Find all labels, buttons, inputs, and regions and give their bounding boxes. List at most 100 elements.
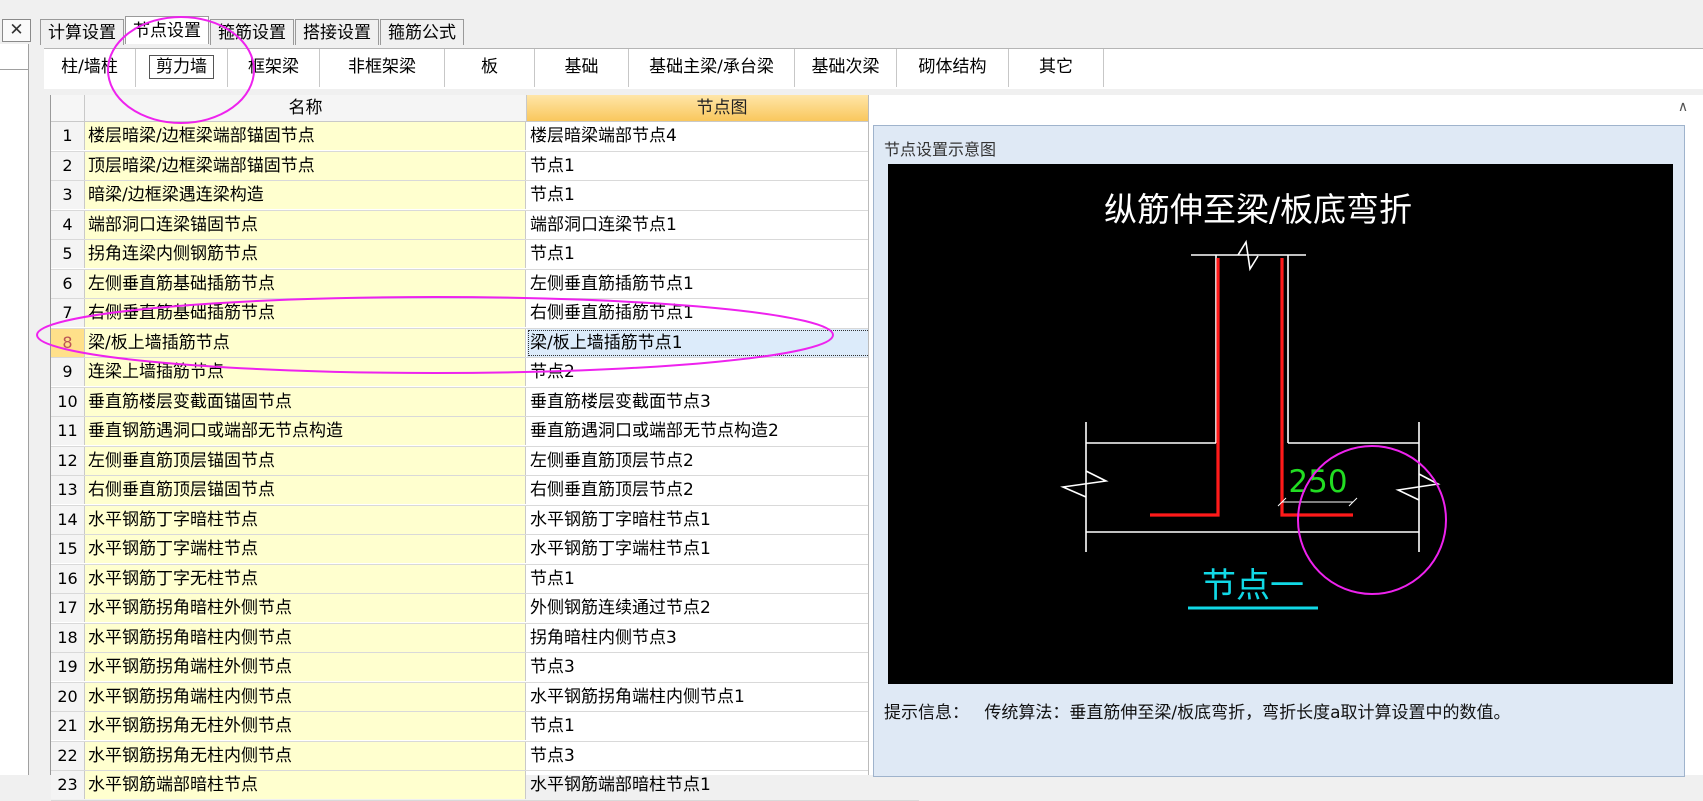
table-row[interactable]: 8 梁/板上墙插筋节点 梁/板上墙插筋节点1: [51, 328, 919, 358]
table-row[interactable]: 1 楼层暗梁/边框梁端部锚固节点 楼层暗梁端部节点4: [51, 122, 919, 152]
component-tab-7[interactable]: 基础次梁: [795, 49, 897, 87]
table-row[interactable]: 7 右侧垂直筋基础插筋节点 右侧垂直筋插筋节点1: [51, 299, 919, 329]
table-row[interactable]: 11 垂直钢筋遇洞口或端部无节点构造 垂直筋遇洞口或端部无节点构造2: [51, 417, 919, 447]
component-tab-1[interactable]: 剪力墙: [136, 49, 228, 87]
table-row[interactable]: 16 水平钢筋丁字无柱节点 节点1: [51, 564, 919, 594]
node-name-label: 节点一: [1202, 566, 1304, 606]
row-number: 10: [51, 387, 85, 416]
node-value-cell[interactable]: 垂直筋遇洞口或端部无节点构造2: [527, 417, 917, 445]
component-tab-8[interactable]: 砌体结构: [897, 49, 1009, 87]
node-value-cell[interactable]: 水平钢筋丁字暗柱节点1: [527, 506, 917, 534]
row-number: 13: [51, 476, 85, 504]
node-value-cell[interactable]: 外侧钢筋连续通过节点2: [527, 594, 917, 622]
node-value-cell[interactable]: 水平钢筋丁字端柱节点1: [527, 535, 917, 563]
node-name-cell: 端部洞口连梁锚固节点: [85, 210, 526, 239]
row-number: 15: [51, 535, 85, 563]
table-row[interactable]: 18 水平钢筋拐角暗柱内侧节点 拐角暗柱内侧节点3: [51, 623, 919, 653]
row-number: 11: [51, 417, 85, 445]
node-value-cell[interactable]: 梁/板上墙插筋节点1: [527, 328, 917, 357]
node-name-cell: 顶层暗梁/边框梁端部锚固节点: [85, 151, 526, 180]
node-name-cell: 左侧垂直筋顶层锚固节点: [85, 446, 526, 475]
component-tab-5[interactable]: 基础: [535, 49, 629, 87]
tab-1[interactable]: 节点设置: [125, 16, 209, 44]
node-value-cell[interactable]: 节点1: [527, 565, 917, 593]
close-icon[interactable]: ✕: [2, 19, 31, 42]
component-tab-4[interactable]: 板: [445, 49, 535, 87]
node-value-cell[interactable]: 节点1: [527, 152, 917, 180]
node-value-cell[interactable]: 左侧垂直筋插筋节点1: [527, 270, 917, 298]
component-tab-2[interactable]: 框架梁: [228, 49, 320, 87]
node-name-cell: 水平钢筋丁字无柱节点: [85, 564, 526, 593]
table-row[interactable]: 22 水平钢筋拐角无柱内侧节点 节点3: [51, 741, 919, 771]
node-name-cell: 楼层暗梁/边框梁端部锚固节点: [85, 122, 526, 150]
table-row[interactable]: 4 端部洞口连梁锚固节点 端部洞口连梁节点1: [51, 210, 919, 240]
node-name-cell: 垂直钢筋遇洞口或端部无节点构造: [85, 417, 526, 445]
name-column-header[interactable]: 名称: [85, 95, 527, 122]
left-panel-edge: [0, 44, 29, 775]
row-number: 12: [51, 446, 85, 475]
scroll-up-icon[interactable]: ∧: [1670, 95, 1696, 119]
node-value-cell[interactable]: 拐角暗柱内侧节点3: [527, 624, 917, 652]
table-row[interactable]: 2 顶层暗梁/边框梁端部锚固节点 节点1: [51, 151, 919, 181]
node-name-cell: 水平钢筋丁字端柱节点: [85, 535, 526, 563]
component-tab-3[interactable]: 非框架梁: [320, 49, 445, 87]
table-row[interactable]: 5 拐角连梁内侧钢筋节点 节点1: [51, 240, 919, 270]
row-number: 5: [51, 240, 85, 268]
row-number-header: [51, 95, 85, 122]
tab-4[interactable]: 箍筋公式: [380, 19, 464, 45]
component-tab-label: 基础次梁: [811, 57, 880, 77]
table-row[interactable]: 21 水平钢筋拐角无柱外侧节点 节点1: [51, 712, 919, 742]
node-value-cell[interactable]: 节点2: [527, 358, 917, 386]
table-row[interactable]: 10 垂直筋楼层变截面锚固节点 垂直筋楼层变截面节点3: [51, 387, 919, 417]
component-tab-9[interactable]: 其它: [1009, 49, 1104, 87]
node-value-cell[interactable]: 节点1: [527, 181, 917, 209]
node-value-cell[interactable]: 右侧垂直筋插筋节点1: [527, 299, 917, 327]
node-value-cell[interactable]: 水平钢筋端部暗柱节点1: [527, 771, 917, 799]
table-row[interactable]: 15 水平钢筋丁字端柱节点 水平钢筋丁字端柱节点1: [51, 535, 919, 565]
node-column-header[interactable]: 节点图: [527, 95, 917, 122]
row-number: 3: [51, 181, 85, 209]
component-tab-label: 基础主梁/承台梁: [649, 57, 774, 77]
node-name-cell: 水平钢筋拐角无柱内侧节点: [85, 741, 526, 770]
node-value-cell[interactable]: 楼层暗梁端部节点4: [527, 122, 917, 150]
node-value-cell[interactable]: 端部洞口连梁节点1: [527, 211, 917, 239]
node-value-cell[interactable]: 左侧垂直筋顶层节点2: [527, 447, 917, 475]
row-number: 23: [51, 771, 85, 799]
table-row[interactable]: 19 水平钢筋拐角端柱外侧节点 节点3: [51, 653, 919, 683]
tab-3[interactable]: 搭接设置: [295, 19, 379, 45]
node-name-cell: 垂直筋楼层变截面锚固节点: [85, 387, 526, 416]
row-number: 2: [51, 151, 85, 180]
table-row[interactable]: 23 水平钢筋端部暗柱节点 水平钢筋端部暗柱节点1: [51, 771, 919, 801]
node-name-cell: 水平钢筋拐角暗柱内侧节点: [85, 623, 526, 652]
node-value-cell[interactable]: 右侧垂直筋顶层节点2: [527, 476, 917, 504]
table-row[interactable]: 20 水平钢筋拐角端柱内侧节点 水平钢筋拐角端柱内侧节点1: [51, 682, 919, 712]
node-value-cell[interactable]: 节点3: [527, 653, 917, 681]
table-row[interactable]: 17 水平钢筋拐角暗柱外侧节点 外侧钢筋连续通过节点2: [51, 594, 919, 624]
tab-2[interactable]: 箍筋设置: [210, 19, 294, 45]
node-value-cell[interactable]: 节点3: [527, 742, 917, 770]
table-row[interactable]: 12 左侧垂直筋顶层锚固节点 左侧垂直筋顶层节点2: [51, 446, 919, 476]
tab-0[interactable]: 计算设置: [40, 19, 124, 45]
node-name-cell: 梁/板上墙插筋节点: [85, 328, 526, 357]
row-number: 14: [51, 505, 85, 534]
settings-tabs: 计算设置 节点设置 箍筋设置 搭接设置 箍筋公式: [40, 16, 465, 46]
diagram-heading: 纵筋伸至梁/板底弯折: [1104, 190, 1412, 229]
component-tab-0[interactable]: 柱/墙柱: [44, 49, 136, 87]
bend-length-label: 250: [1288, 464, 1347, 500]
diagram-group: 节点设置示意图 纵筋伸至梁/板底弯折 250 节点一 提示信息： 传统算法：垂直…: [873, 125, 1685, 777]
grid-rows: 1 楼层暗梁/边框梁端部锚固节点 楼层暗梁端部节点4 2 顶层暗梁/边框梁端部锚固节点节…: [51, 122, 919, 801]
table-row[interactable]: 6 左侧垂直筋基础插筋节点 左侧垂直筋插筋节点1: [51, 269, 919, 299]
table-row[interactable]: 3 暗梁/边框梁遇连梁构造 节点1: [51, 181, 919, 211]
component-tab-label: 其它: [1039, 57, 1073, 77]
row-number: 7: [51, 299, 85, 327]
node-settings-grid: 名称 节点图 1 楼层暗梁/边框梁端部锚固节点 楼层暗梁端部节点4 2 顶层暗梁/边框梁…: [50, 95, 919, 801]
node-value-cell[interactable]: 节点1: [527, 240, 917, 268]
node-value-cell[interactable]: 水平钢筋拐角端柱内侧节点1: [527, 683, 917, 711]
component-tab-6[interactable]: 基础主梁/承台梁: [629, 49, 795, 87]
diagram-panel: ∧ 节点设置示意图 纵筋伸至梁/板底弯折 250 节点一 提示信息： 传统算法：…: [868, 95, 1703, 777]
table-row[interactable]: 14 水平钢筋丁字暗柱节点 水平钢筋丁字暗柱节点1: [51, 505, 919, 535]
table-row[interactable]: 13 右侧垂直筋顶层锚固节点 右侧垂直筋顶层节点2: [51, 476, 919, 506]
table-row[interactable]: 9 连梁上墙插筋节点 节点2: [51, 358, 919, 388]
node-value-cell[interactable]: 垂直筋楼层变截面节点3: [527, 388, 917, 416]
node-value-cell[interactable]: 节点1: [527, 712, 917, 740]
